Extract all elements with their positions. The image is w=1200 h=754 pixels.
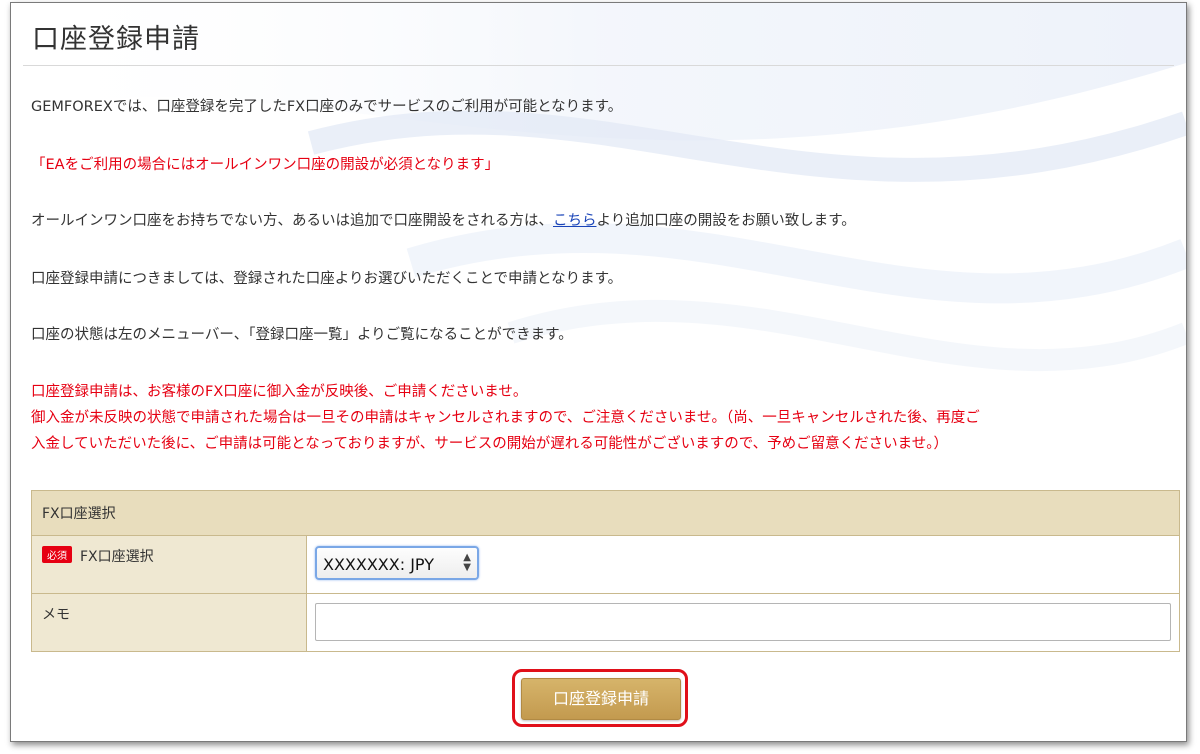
required-badge: 必須	[42, 546, 72, 563]
deposit-notice: 口座登録申請は、お客様のFX口座に御入金が反映後、ご申請くださいませ。 御入金が…	[31, 379, 1171, 457]
page-content: 口座登録申請 GEMFOREXでは、口座登録を完了したFX口座のみでサービスのご…	[11, 3, 1186, 741]
memo-row: メモ	[31, 593, 1180, 652]
memo-value-cell	[306, 593, 1180, 652]
memo-label: メモ	[42, 607, 70, 623]
form-section-title: FX口座選択	[31, 490, 1180, 536]
ea-warning-text: 「EAをご利用の場合にはオールインワン口座の開設が必須となります」	[31, 157, 500, 173]
intro-line-additional-account: オールインワン口座をお持ちでない方、あるいは追加で口座開設をされる方は、こちらよ…	[31, 209, 856, 230]
select-updown-icon: ▲ ▼	[463, 552, 471, 573]
here-link[interactable]: こちら	[553, 213, 597, 229]
account-register-submit-button[interactable]: 口座登録申請	[521, 678, 681, 720]
account-value-cell: XXXXXXX: JPY ▲ ▼	[306, 535, 1180, 594]
intro-line-status: 口座の状態は左のメニューバー、「登録口座一覧」よりご覧になることができます。	[31, 327, 573, 343]
intro-line-application: 口座登録申請につきましては、登録された口座よりお選びいただくことで申請となります…	[31, 271, 623, 287]
memo-input[interactable]	[315, 603, 1171, 641]
fx-account-selected-value: XXXXXXX: JPY	[323, 555, 434, 574]
memo-label-cell: メモ	[31, 593, 307, 652]
account-select-row: 必須 FX口座選択 XXXXXXX: JPY ▲ ▼	[31, 535, 1180, 594]
account-select-form: FX口座選択 必須 FX口座選択 XXXXXXX: JPY ▲ ▼ メモ	[31, 490, 1180, 652]
intro-line-service: GEMFOREXでは、口座登録を完了したFX口座のみでサービスのご利用が可能とな…	[31, 99, 623, 115]
notice-line-3: 入金していただいた後に、ご申請は可能となっておりますが、サービスの開始が遅れる可…	[31, 436, 948, 452]
account-label: FX口座選択	[80, 549, 154, 565]
notice-line-2: 御入金が未反映の状態で申請された場合は一旦その申請はキャンセルされますので、ご注…	[31, 410, 980, 426]
additional-account-text-after: より追加口座の開設をお願い致します。	[596, 213, 856, 229]
additional-account-text-before: オールインワン口座をお持ちでない方、あるいは追加で口座開設をされる方は、	[31, 213, 553, 229]
account-label-cell: 必須 FX口座選択	[31, 535, 307, 594]
fx-account-select[interactable]: XXXXXXX: JPY ▲ ▼	[315, 546, 479, 580]
page-title: 口座登録申請	[32, 24, 200, 55]
page-frame: 口座登録申請 GEMFOREXでは、口座登録を完了したFX口座のみでサービスのご…	[10, 2, 1187, 742]
title-divider	[23, 65, 1174, 66]
notice-line-1: 口座登録申請は、お客様のFX口座に御入金が反映後、ご申請くださいませ。	[31, 384, 528, 400]
